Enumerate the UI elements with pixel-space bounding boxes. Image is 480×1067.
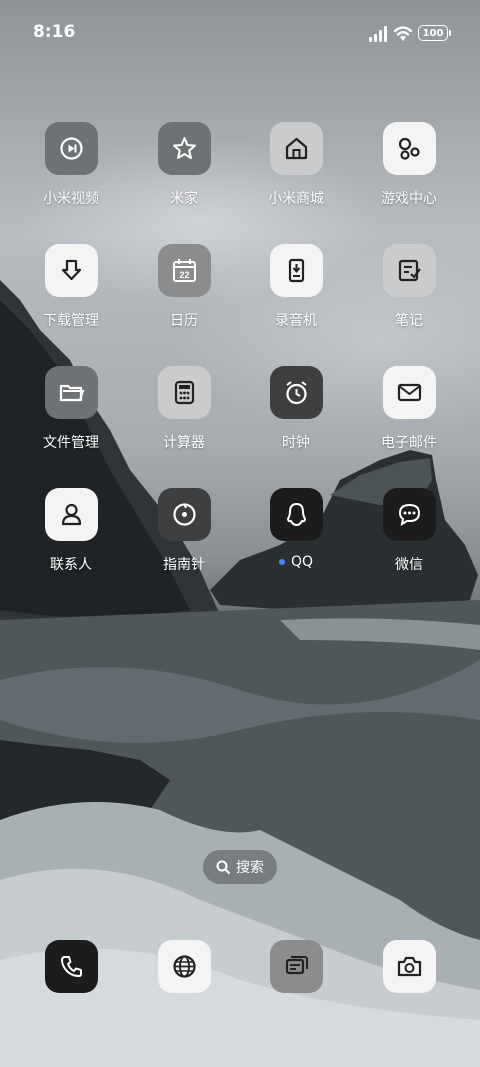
signal-icon [369, 26, 387, 42]
app-label-text: 笔记 [395, 313, 423, 329]
app-label-text: 联系人 [50, 557, 92, 573]
app-label: 下载管理 [43, 310, 99, 330]
play-icon [44, 122, 98, 175]
wifi-icon [393, 26, 413, 41]
home-icon [269, 122, 323, 175]
app-calculator[interactable]: 计算器 [132, 366, 236, 466]
app-label-text: QQ [290, 554, 314, 570]
app-label-text: 小米商城 [268, 191, 324, 207]
app-download[interactable]: 下载管理 [19, 244, 123, 344]
app-recorder[interactable]: 录音机 [244, 244, 348, 344]
app-label: 小米商城 [268, 188, 324, 208]
dock-camera-icon[interactable] [383, 940, 436, 993]
folder-icon [44, 366, 98, 419]
app-label-text: 日历 [170, 313, 198, 329]
app-label-text: 录音机 [275, 313, 317, 329]
star-icon [157, 122, 211, 175]
app-label: 联系人 [50, 554, 92, 574]
notes-icon [382, 244, 436, 297]
calculator-icon [157, 366, 211, 419]
app-label: 日历 [170, 310, 198, 330]
dock-phone-icon[interactable] [45, 940, 98, 993]
app-label: 计算器 [163, 432, 205, 452]
calendar-icon: 22 [157, 244, 211, 297]
app-label-text: 计算器 [163, 435, 205, 451]
app-label: 时钟 [282, 432, 310, 452]
app-home[interactable]: 小米商城 [244, 122, 348, 222]
app-label-text: 游戏中心 [381, 191, 437, 207]
status-bar: 8:16 100 [0, 0, 480, 68]
app-label: 录音机 [275, 310, 317, 330]
app-game[interactable]: 游戏中心 [357, 122, 461, 222]
app-qq[interactable]: QQ [244, 488, 348, 588]
battery-indicator: 100 [418, 25, 451, 41]
app-folder[interactable]: 文件管理 [19, 366, 123, 466]
download-icon [44, 244, 98, 297]
clock-icon [269, 366, 323, 419]
search-icon [216, 860, 230, 874]
status-time: 8:16 [33, 22, 76, 42]
app-clock[interactable]: 时钟 [244, 366, 348, 466]
app-label-text: 电子邮件 [381, 435, 437, 451]
app-label-text: 微信 [395, 557, 423, 573]
app-label-text: 时钟 [282, 435, 310, 451]
app-label: 游戏中心 [381, 188, 437, 208]
search-pill[interactable]: 搜索 [203, 850, 277, 884]
dock [0, 940, 480, 993]
calendar-date: 22 [179, 270, 189, 280]
new-badge-dot [278, 559, 285, 565]
dock-browser-icon[interactable] [158, 940, 211, 993]
app-label-text: 文件管理 [43, 435, 99, 451]
compass-icon [157, 488, 211, 541]
recorder-icon [269, 244, 323, 297]
app-label: 文件管理 [43, 432, 99, 452]
contact-icon [44, 488, 98, 541]
app-label: QQ [278, 554, 314, 570]
dock-messages-icon[interactable] [270, 940, 323, 993]
app-label: 笔记 [395, 310, 423, 330]
app-chat[interactable]: 微信 [357, 488, 461, 588]
app-label: 微信 [395, 554, 423, 574]
app-label: 米家 [170, 188, 198, 208]
app-label-text: 米家 [170, 191, 198, 207]
mail-icon [382, 366, 436, 419]
app-label: 小米视频 [43, 188, 99, 208]
app-label-text: 指南针 [163, 557, 205, 573]
app-contact[interactable]: 联系人 [19, 488, 123, 588]
app-calendar[interactable]: 22 日历 [132, 244, 236, 344]
qq-icon [269, 488, 323, 541]
chat-icon [382, 488, 436, 541]
app-label-text: 小米视频 [43, 191, 99, 207]
app-label: 指南针 [163, 554, 205, 574]
app-compass[interactable]: 指南针 [132, 488, 236, 588]
app-notes[interactable]: 笔记 [357, 244, 461, 344]
app-star[interactable]: 米家 [132, 122, 236, 222]
app-play[interactable]: 小米视频 [19, 122, 123, 222]
game-icon [382, 122, 436, 175]
app-mail[interactable]: 电子邮件 [357, 366, 461, 466]
app-label: 电子邮件 [381, 432, 437, 452]
app-label-text: 下载管理 [43, 313, 99, 329]
search-label: 搜索 [236, 860, 264, 876]
